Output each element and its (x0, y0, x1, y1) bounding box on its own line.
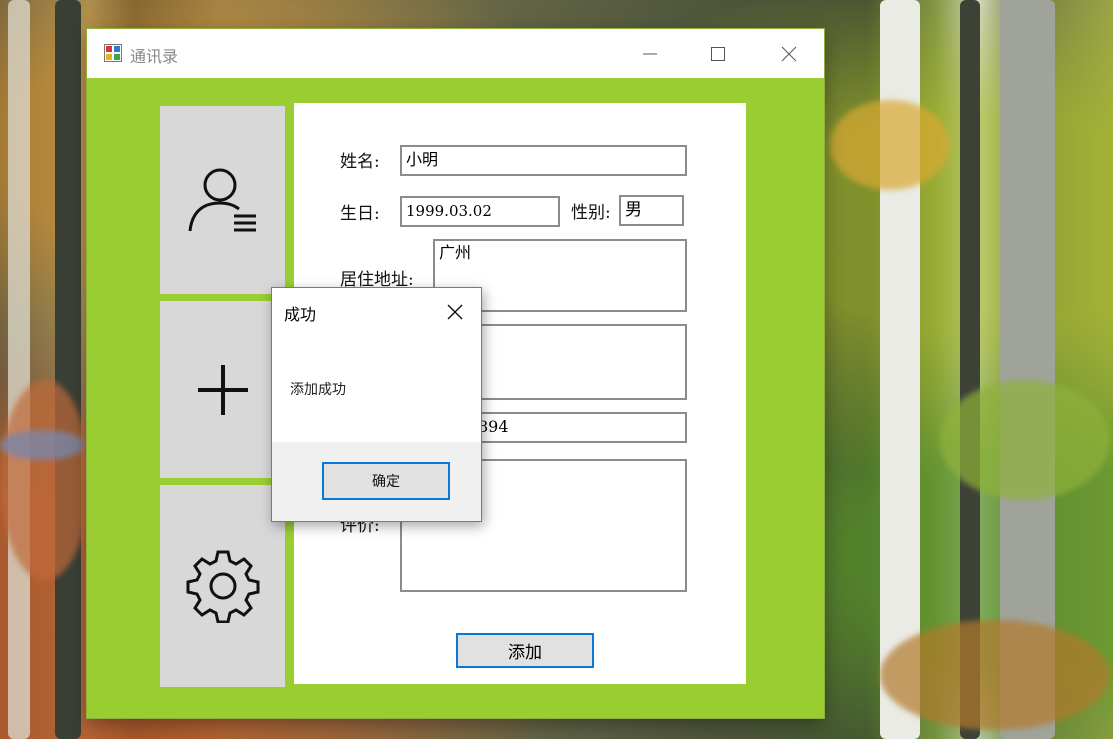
user-list-icon (188, 168, 256, 232)
background-tree (8, 0, 30, 739)
background-foliage (830, 100, 950, 190)
dialog-footer: 确定 (272, 442, 481, 521)
minimize-icon (643, 53, 657, 54)
background-tree (55, 0, 81, 739)
maximize-button[interactable] (695, 29, 741, 78)
title-bar[interactable]: 通讯录 (87, 29, 824, 78)
gear-icon (186, 550, 259, 623)
name-field[interactable]: 小明 (400, 145, 687, 176)
background-foliage (940, 380, 1110, 500)
ok-button[interactable]: 确定 (322, 462, 450, 500)
window-title: 通讯录 (130, 47, 179, 66)
background-path (0, 430, 85, 460)
close-icon[interactable] (444, 301, 466, 323)
background-foliage (880, 620, 1110, 730)
success-dialog: 成功 添加成功 确定 (271, 287, 482, 522)
gender-label: 性别: (571, 203, 611, 223)
phone-value: 894 (478, 417, 509, 436)
close-button[interactable] (766, 29, 812, 78)
maximize-icon (711, 46, 725, 61)
sidebar-item-add[interactable] (160, 301, 285, 478)
background-foliage (0, 380, 90, 580)
gender-field[interactable]: 男 (619, 195, 684, 226)
close-icon (781, 46, 797, 61)
birthday-field[interactable]: 1999.03.02 (400, 196, 560, 227)
dialog-title: 成功 (284, 305, 317, 324)
sidebar-item-settings[interactable] (160, 485, 285, 687)
sidebar-item-contacts[interactable] (160, 106, 285, 294)
birthday-label: 生日: (340, 204, 380, 224)
minimize-button[interactable] (627, 29, 673, 78)
dialog-message: 添加成功 (290, 382, 346, 398)
plus-icon (197, 364, 248, 415)
app-icon (104, 44, 122, 62)
name-label: 姓名: (340, 152, 380, 172)
add-button[interactable]: 添加 (456, 633, 594, 668)
